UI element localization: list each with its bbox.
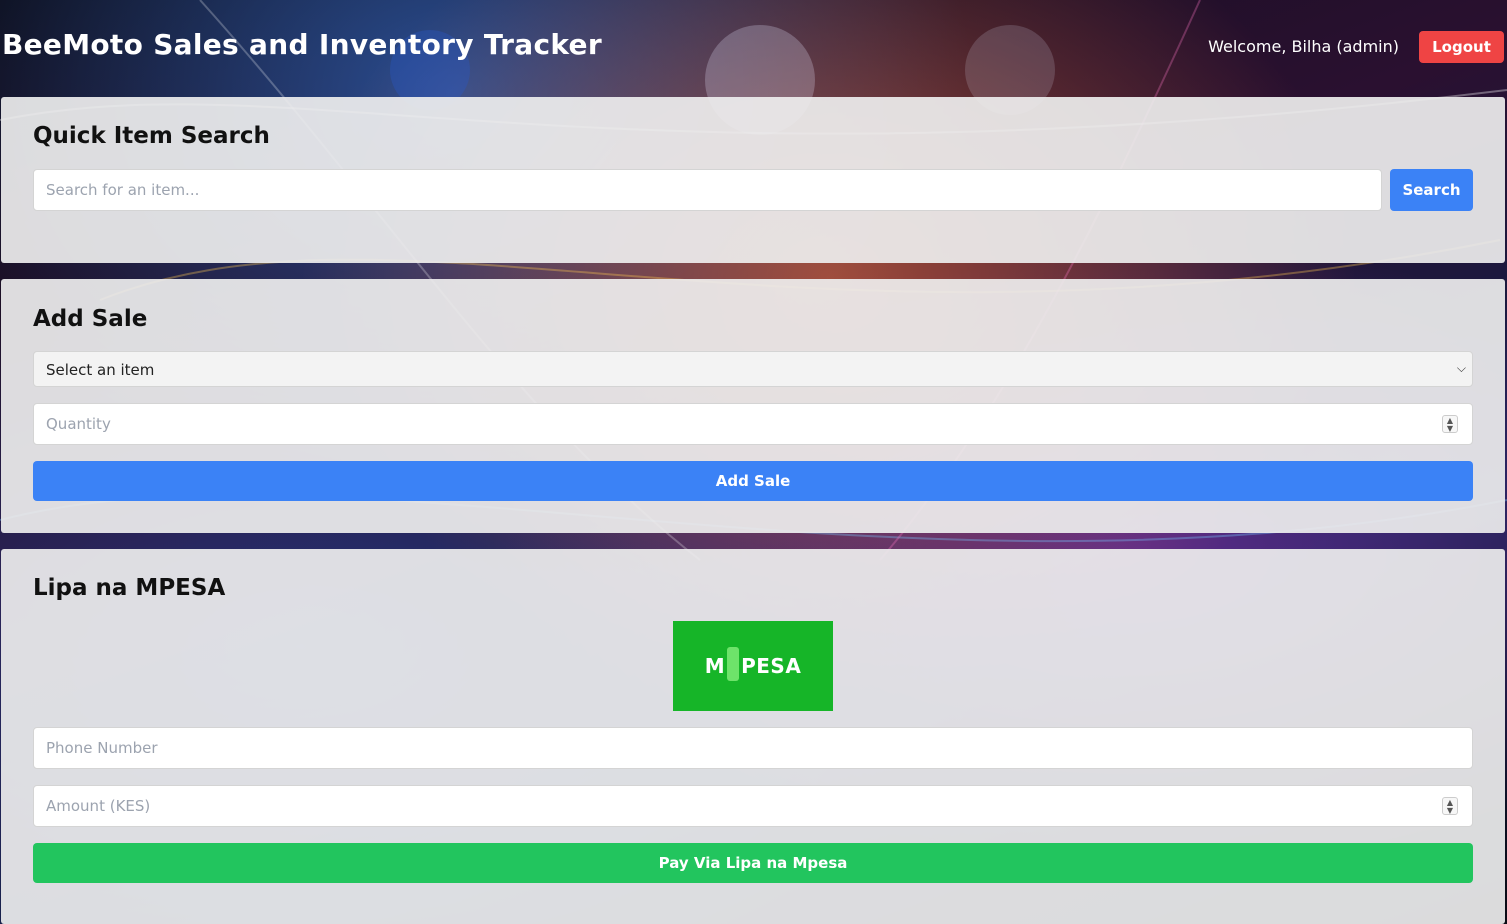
- search-button[interactable]: Search: [1390, 169, 1473, 211]
- amount-stepper-icon[interactable]: ▲ ▼: [1442, 797, 1458, 815]
- amount-input[interactable]: [33, 785, 1473, 827]
- item-select-value: Select an item: [46, 361, 155, 379]
- quick-search-heading: Quick Item Search: [33, 123, 270, 149]
- quantity-stepper-icon[interactable]: ▲ ▼: [1442, 415, 1458, 433]
- quantity-input[interactable]: [33, 403, 1473, 445]
- add-sale-button[interactable]: Add Sale: [33, 461, 1473, 501]
- add-sale-card: Add Sale Select an item ⌵ ▲▼ Add Sale: [1, 279, 1505, 533]
- top-header: BeeMoto Sales and Inventory Tracker Welc…: [0, 0, 1507, 96]
- welcome-text: Welcome, Bilha (admin): [1208, 37, 1399, 56]
- mpesa-heading: Lipa na MPESA: [33, 575, 226, 601]
- pay-mpesa-button[interactable]: Pay Via Lipa na Mpesa: [33, 843, 1473, 883]
- mpesa-logo-text-right: PESA: [741, 654, 802, 678]
- logout-button[interactable]: Logout: [1419, 31, 1504, 63]
- mpesa-card: Lipa na MPESA M PESA ▲▼ Pay Via Lipa na …: [1, 549, 1505, 924]
- phone-number-input[interactable]: [33, 727, 1473, 769]
- chevron-down-icon: ⌵: [1456, 361, 1466, 375]
- quick-search-card: Quick Item Search Search: [1, 97, 1505, 263]
- search-input[interactable]: [33, 169, 1382, 211]
- item-select[interactable]: Select an item ⌵: [33, 351, 1473, 387]
- app-title: BeeMoto Sales and Inventory Tracker: [2, 28, 602, 61]
- mpesa-logo: M PESA: [673, 621, 833, 711]
- add-sale-heading: Add Sale: [33, 306, 148, 332]
- phone-icon: [727, 647, 740, 681]
- mpesa-logo-text-left: M: [704, 654, 726, 678]
